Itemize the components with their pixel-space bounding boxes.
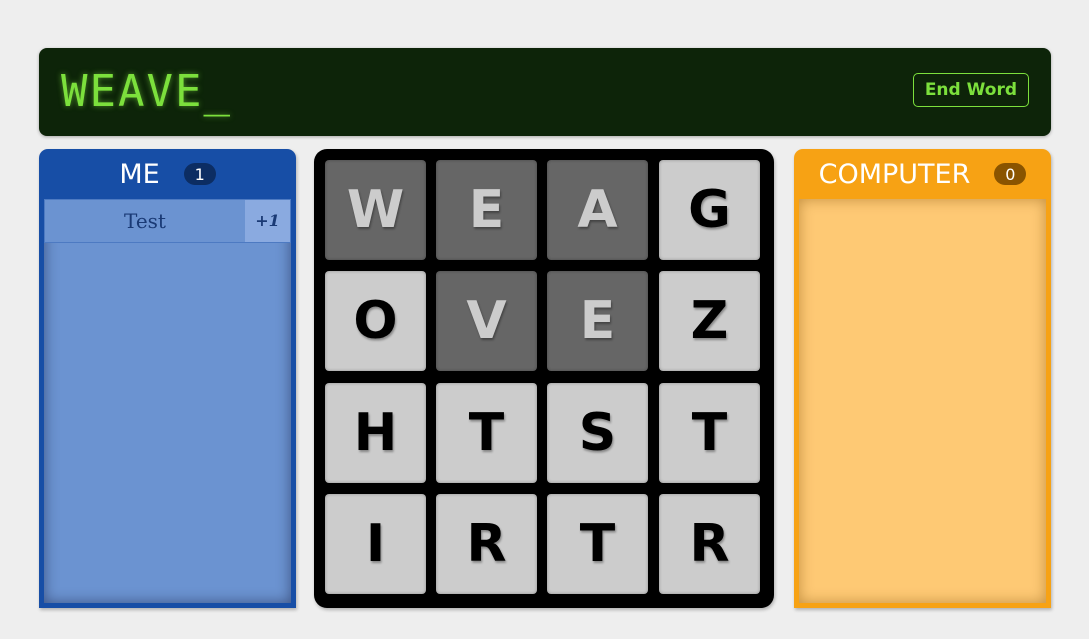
letter-tile[interactable]: W: [325, 160, 426, 260]
letter-board: WEAGOVEZHTSTIRTR: [314, 149, 774, 608]
word-list: [799, 199, 1046, 603]
letter-tile[interactable]: R: [436, 494, 537, 594]
player-name: COMPUTER: [818, 158, 971, 190]
score-badge: 0: [994, 163, 1027, 185]
letter-tile[interactable]: T: [547, 494, 648, 594]
letter-tile[interactable]: E: [547, 271, 648, 371]
letter-tile[interactable]: T: [659, 383, 760, 483]
letter-tile[interactable]: I: [325, 494, 426, 594]
word-display-bar: WEAVE_ End Word: [39, 48, 1051, 136]
player-panel-header: ME 1: [39, 149, 296, 199]
end-word-button[interactable]: End Word: [912, 73, 1029, 107]
letter-tile[interactable]: H: [325, 383, 426, 483]
letter-tile[interactable]: E: [436, 160, 537, 260]
current-word-display: WEAVE_: [61, 66, 232, 117]
score-badge: 1: [183, 163, 216, 185]
player-panel-me: ME 1 Test +1: [39, 149, 296, 608]
player-panel-header: COMPUTER 0: [794, 149, 1051, 199]
letter-tile[interactable]: S: [547, 383, 648, 483]
letter-tile[interactable]: T: [436, 383, 537, 483]
player-panel-computer: COMPUTER 0: [794, 149, 1051, 608]
word-list-item: Test +1: [44, 199, 291, 243]
letter-tile[interactable]: A: [547, 160, 648, 260]
word-points: +1: [245, 200, 290, 242]
letter-tile[interactable]: Z: [659, 271, 760, 371]
word-list: Test +1: [44, 199, 291, 603]
letter-tile[interactable]: V: [436, 271, 537, 371]
letter-tile[interactable]: R: [659, 494, 760, 594]
letter-tile[interactable]: G: [659, 160, 760, 260]
letter-tile[interactable]: O: [325, 271, 426, 371]
found-word: Test: [124, 209, 166, 233]
player-name: ME: [119, 158, 160, 190]
